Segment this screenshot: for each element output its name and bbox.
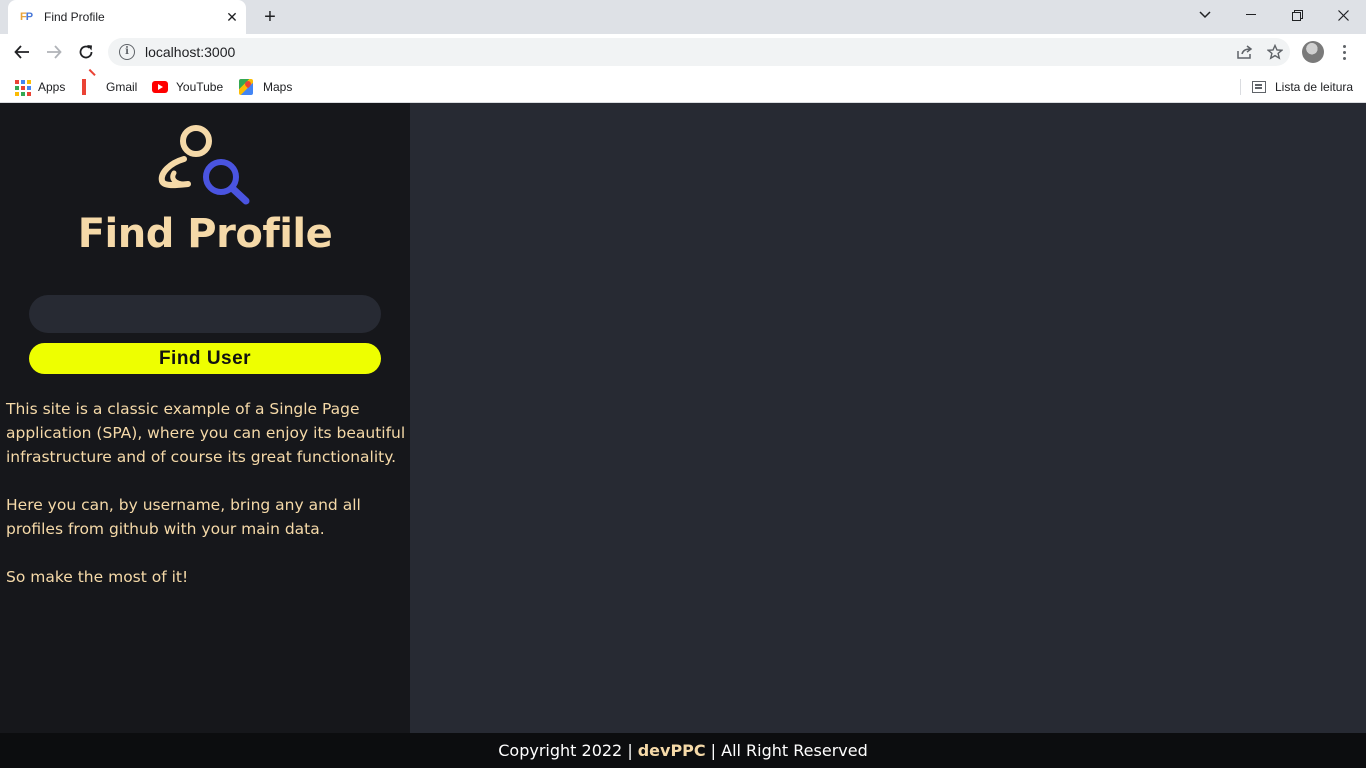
tab-search-icon[interactable]: [1182, 0, 1228, 30]
youtube-icon: [152, 79, 168, 95]
bookmark-label: YouTube: [176, 80, 224, 94]
bookmark-star-icon[interactable]: [1260, 38, 1290, 66]
profile-avatar[interactable]: [1302, 41, 1324, 63]
site-info-icon[interactable]: i: [119, 44, 135, 60]
description-paragraph: So make the most of it!: [6, 568, 189, 586]
find-user-button[interactable]: Find User: [29, 343, 381, 374]
username-search-input[interactable]: [29, 295, 381, 333]
reload-icon[interactable]: [72, 38, 100, 66]
share-icon[interactable]: [1230, 38, 1260, 66]
reading-list-icon: [1252, 81, 1266, 93]
close-window-button[interactable]: [1320, 0, 1366, 30]
browser-menu-icon[interactable]: [1334, 38, 1354, 66]
browser-tab[interactable]: FP Find Profile ✕: [8, 0, 246, 34]
restore-button[interactable]: [1274, 0, 1320, 30]
back-arrow-icon[interactable]: [8, 38, 36, 66]
forward-arrow-icon[interactable]: [40, 38, 68, 66]
page: Find Profile Find User This site is a cl…: [0, 103, 1366, 768]
description-paragraph: This site is a classic example of a Sing…: [6, 400, 406, 466]
description: This site is a classic example of a Sing…: [6, 397, 406, 613]
tab-title: Find Profile: [44, 10, 105, 24]
profile-result-area: [410, 103, 1366, 733]
reading-list-button[interactable]: Lista de leitura: [1252, 76, 1353, 98]
bookmark-label: Apps: [38, 80, 66, 94]
bookmark-youtube[interactable]: YouTube: [152, 76, 223, 98]
address-bar[interactable]: i localhost:3000: [108, 38, 1290, 66]
description-paragraph: Here you can, by username, bring any and…: [6, 496, 361, 538]
reading-list-label: Lista de leitura: [1275, 80, 1354, 94]
apps-grid-icon: [14, 79, 31, 96]
tab-strip: FP Find Profile ✕ +: [0, 0, 1366, 34]
close-tab-icon[interactable]: ✕: [222, 7, 242, 27]
maps-icon: [239, 79, 255, 95]
bookmarks-divider: [1240, 79, 1241, 95]
app-title: Find Profile: [77, 211, 333, 257]
sidebar: Find Profile Find User This site is a cl…: [0, 103, 410, 733]
footer: Copyright 2022 | devPPC | All Right Rese…: [0, 733, 1366, 768]
bookmarks-bar: Apps Gmail YouTube Maps Lista de leitura: [0, 70, 1366, 103]
favicon-icon: FP: [20, 11, 33, 23]
url-text: localhost:3000: [145, 44, 236, 60]
footer-copyright: Copyright 2022 |: [498, 741, 633, 760]
bookmark-maps[interactable]: Maps: [239, 76, 292, 98]
footer-brand: devPPC: [637, 741, 706, 760]
bookmark-gmail[interactable]: Gmail: [82, 76, 137, 98]
minimize-button[interactable]: [1228, 0, 1274, 30]
footer-rights: | All Right Reserved: [710, 741, 868, 760]
bookmark-apps[interactable]: Apps: [14, 76, 65, 98]
new-tab-button[interactable]: +: [258, 6, 282, 28]
bookmark-label: Maps: [263, 80, 293, 94]
gmail-icon: [82, 79, 98, 95]
user-search-icon: [156, 121, 252, 205]
bookmark-label: Gmail: [106, 80, 138, 94]
